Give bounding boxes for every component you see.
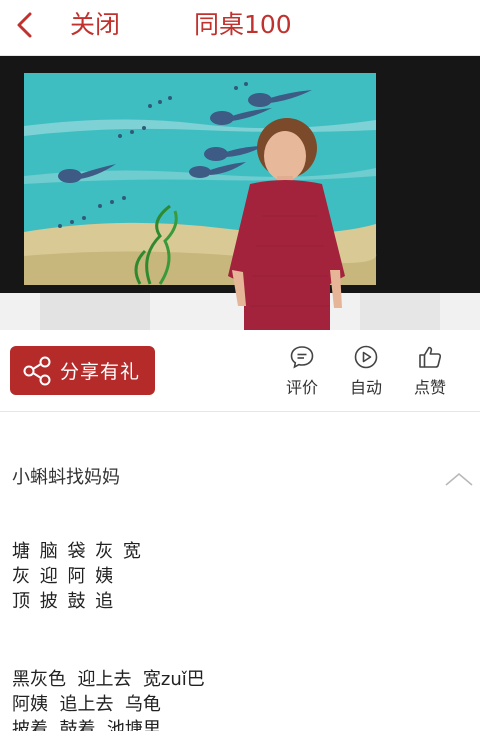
autoplay-button[interactable]: 自动 <box>336 344 396 398</box>
word-row: 阿姨 追上去 乌龟 <box>12 694 161 715</box>
share-button-label: 分享有礼 <box>60 361 141 383</box>
lesson-title: 小蝌蚪找妈妈 <box>12 467 120 488</box>
like-button[interactable]: 点赞 <box>400 344 460 398</box>
close-button[interactable]: 关闭 <box>70 9 120 41</box>
chevron-up-icon[interactable] <box>444 471 474 487</box>
video-player[interactable] <box>0 56 480 330</box>
autoplay-label: 自动 <box>349 378 382 397</box>
word-list: 黑灰色 迎上去 宽zuǐ巴 阿姨 追上去 乌龟 披着 鼓着 池塘里 <box>12 667 205 731</box>
thumbs-up-icon <box>419 346 442 368</box>
comment-label: 评价 <box>285 378 318 397</box>
share-icon <box>23 356 51 385</box>
lesson-content: 小蝌蚪找妈妈 塘 脑 袋 灰 宽 灰 迎 阿 姨 顶 披 鼓 追 黑灰色 迎上去… <box>0 413 480 731</box>
play-circle-icon <box>354 345 378 369</box>
comment-button[interactable]: 评价 <box>272 344 332 398</box>
character-row: 塘 脑 袋 灰 宽 <box>12 541 143 562</box>
top-bar: 关闭 同桌100 <box>0 0 480 56</box>
character-row: 灰 迎 阿 姨 <box>12 566 116 587</box>
character-row: 顶 披 鼓 追 <box>12 591 116 612</box>
share-button[interactable]: 分享有礼 <box>10 346 155 395</box>
word-row: 黑灰色 迎上去 宽zuǐ巴 <box>12 669 205 690</box>
chevron-left-icon[interactable] <box>10 8 40 42</box>
page-title: 同桌100 <box>194 10 292 39</box>
action-bar: 分享有礼 评价 自动 点赞 <box>0 330 480 412</box>
character-list: 塘 脑 袋 灰 宽 灰 迎 阿 姨 顶 披 鼓 追 <box>12 539 143 614</box>
comment-icon <box>290 346 314 369</box>
word-row: 披着 鼓着 池塘里 <box>12 719 161 731</box>
like-label: 点赞 <box>413 378 446 397</box>
